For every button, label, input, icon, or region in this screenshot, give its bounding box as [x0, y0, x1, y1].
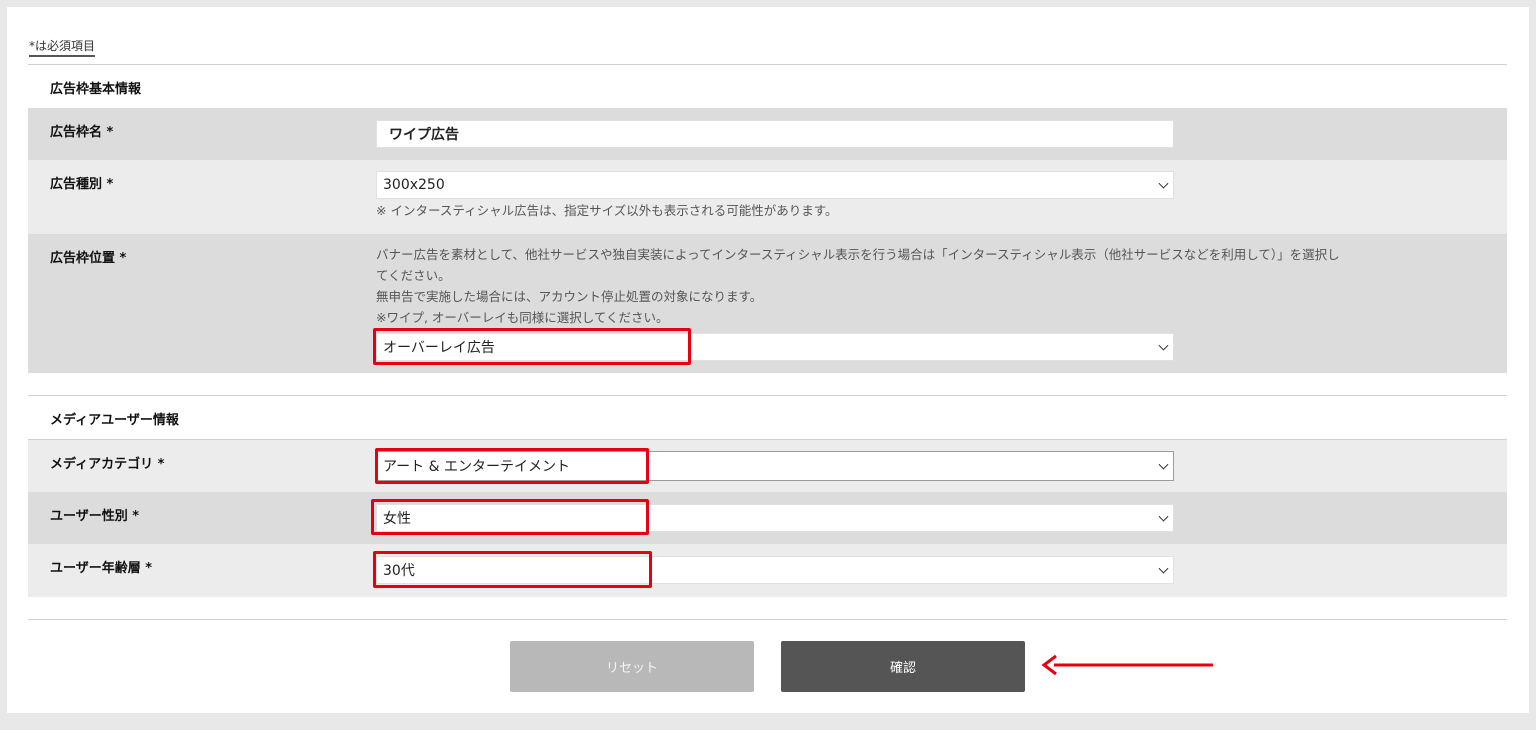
confirm-button[interactable]: 確認	[781, 641, 1025, 692]
label-user-age: ユーザー年齢層 *	[50, 561, 153, 576]
required-note: *は必須項目	[29, 37, 96, 57]
section-title-media: メディアユーザー情報	[50, 413, 179, 428]
label-ad-position: 広告枠位置 *	[50, 251, 127, 266]
divider	[28, 64, 1507, 65]
ad-position-note-line: バナー広告を素材として、他社サービスや独自実装によってインタースティシャル表示を…	[376, 247, 1340, 262]
chevron-down-icon	[1158, 340, 1169, 351]
chevron-down-icon	[1158, 178, 1169, 189]
chevron-down-icon	[1158, 563, 1169, 574]
ad-type-value: 300x250	[383, 177, 445, 193]
section-title-basic: 広告枠基本情報	[50, 82, 142, 97]
reset-button[interactable]: リセット	[510, 641, 754, 692]
highlight-box	[375, 448, 649, 484]
row-ad-slot-name: 広告枠名 * ワイプ広告	[28, 108, 1507, 160]
chevron-down-icon	[1158, 459, 1169, 470]
left-arrow-icon	[1041, 654, 1213, 676]
label-ad-type: 広告種別 *	[50, 177, 114, 192]
ad-type-note: ※ インタースティシャル広告は、指定サイズ以外も表示される可能性があります。	[376, 203, 838, 218]
row-user-age: ユーザー年齢層 * 30代	[28, 544, 1507, 597]
divider	[28, 619, 1507, 620]
row-user-gender: ユーザー性別 * 女性	[28, 492, 1507, 544]
ad-type-select[interactable]: 300x250	[376, 171, 1174, 199]
highlight-box	[371, 499, 649, 535]
ad-position-note-line: ※ワイプ, オーバーレイも同様に選択してください。	[376, 310, 669, 325]
divider	[28, 395, 1507, 396]
ad-position-note: バナー広告を素材として、他社サービスや独自実装によってインタースティシャル表示を…	[376, 244, 1486, 328]
ad-position-note-line: 無申告で実施した場合には、アカウント停止処置の対象になります。	[376, 289, 763, 304]
row-media-category: メディアカテゴリ * アート & エンターテイメント	[28, 440, 1507, 492]
chevron-down-icon	[1158, 511, 1169, 522]
row-ad-type: 広告種別 * 300x250 ※ インタースティシャル広告は、指定サイズ以外も表…	[28, 160, 1507, 234]
label-user-gender: ユーザー性別 *	[50, 509, 140, 524]
label-media-category: メディアカテゴリ *	[50, 457, 165, 472]
ad-slot-name-value: ワイプ広告	[389, 127, 459, 143]
row-ad-position: 広告枠位置 * バナー広告を素材として、他社サービスや独自実装によってインタース…	[28, 234, 1507, 373]
ad-slot-name-input[interactable]: ワイプ広告	[376, 120, 1174, 148]
highlight-box	[373, 551, 652, 588]
highlight-box	[373, 328, 691, 365]
label-ad-slot-name: 広告枠名 *	[50, 125, 114, 140]
ad-position-note-line: てください。	[376, 268, 451, 283]
